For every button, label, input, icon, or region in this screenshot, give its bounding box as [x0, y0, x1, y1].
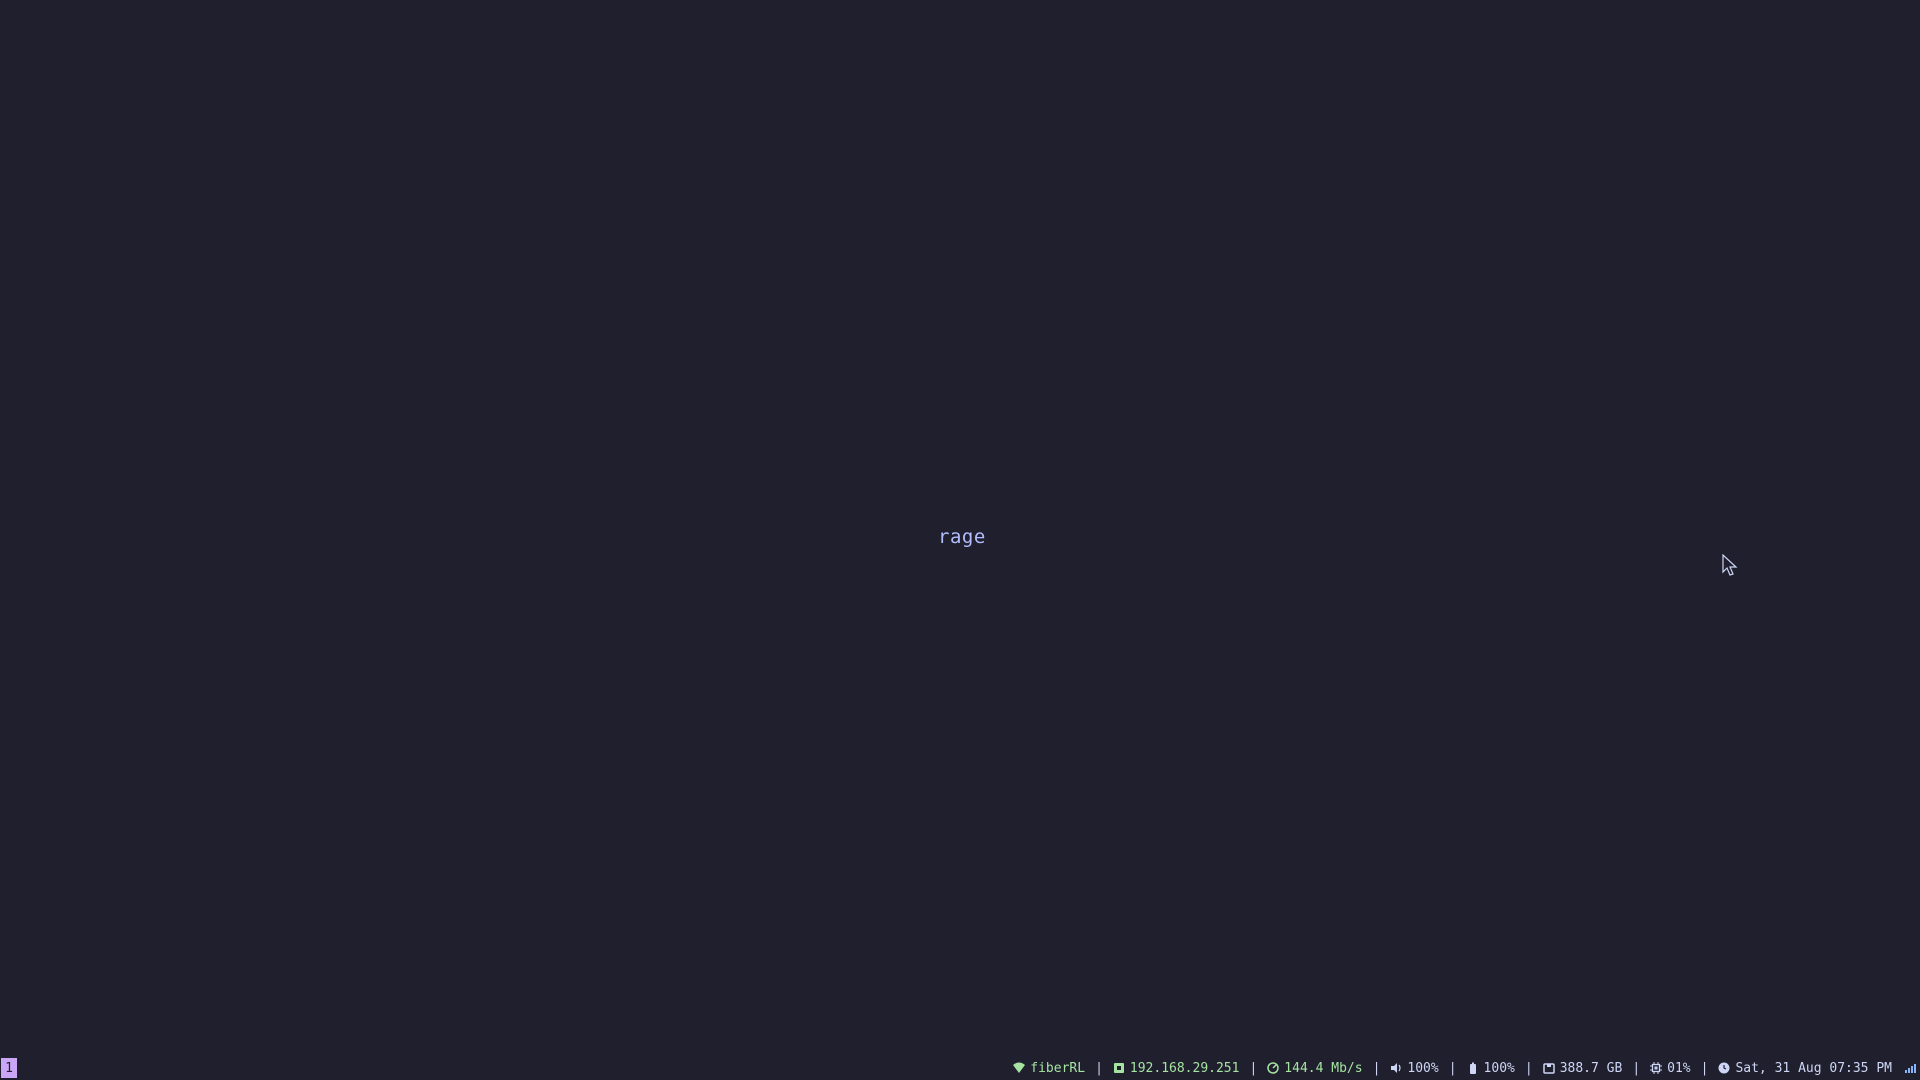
separator: | — [1095, 1060, 1103, 1076]
disk-status[interactable]: 388.7 GB — [1533, 1061, 1633, 1076]
separator: | — [1372, 1060, 1381, 1076]
cpu-status[interactable]: 01% — [1640, 1061, 1700, 1076]
separator: | — [1524, 1060, 1533, 1076]
wifi-label: fiberRL — [1030, 1060, 1086, 1076]
ip-status[interactable]: 192.168.29.251 — [1103, 1061, 1250, 1076]
clock-status[interactable]: Sat, 31 Aug 07:35 PM — [1708, 1061, 1902, 1076]
clock-label: Sat, 31 Aug 07:35 PM — [1735, 1060, 1892, 1076]
ethernet-icon — [1113, 1062, 1125, 1074]
battery-icon — [1467, 1062, 1479, 1074]
separator: | — [1632, 1060, 1641, 1076]
separator: | — [1700, 1060, 1709, 1076]
disk-label: 388.7 GB — [1559, 1060, 1623, 1076]
mouse-cursor-icon — [1722, 554, 1738, 576]
speed-label: 144.4 Mb/s — [1284, 1060, 1363, 1076]
ip-label: 192.168.29.251 — [1129, 1060, 1240, 1076]
wifi-status[interactable]: fiberRL — [1003, 1061, 1095, 1076]
center-text: rage — [938, 526, 986, 548]
signal-bars-icon[interactable] — [1904, 1062, 1916, 1074]
separator: | — [1448, 1060, 1457, 1076]
cpu-label: 01% — [1667, 1060, 1691, 1076]
status-blocks: fiberRL | 192.168.29.251 | 144.4 Mb/s | … — [1003, 1061, 1916, 1076]
volume-label: 100% — [1407, 1060, 1439, 1076]
disk-icon — [1542, 1062, 1555, 1074]
speed-status[interactable]: 144.4 Mb/s — [1257, 1061, 1372, 1076]
wifi-icon — [1013, 1062, 1026, 1074]
battery-label: 100% — [1483, 1060, 1515, 1076]
status-bar: 1 fiberRL | 192.168.29.251 | 144.4 Mb/s … — [0, 1056, 1920, 1080]
workspace-button-1[interactable]: 1 — [1, 1058, 17, 1078]
separator: | — [1249, 1060, 1258, 1076]
cpu-icon — [1650, 1062, 1663, 1074]
speedometer-icon — [1267, 1062, 1280, 1074]
battery-status[interactable]: 100% — [1457, 1061, 1525, 1076]
volume-icon — [1390, 1062, 1402, 1074]
clock-icon — [1718, 1062, 1730, 1074]
desktop: rage — [0, 0, 1920, 1056]
volume-status[interactable]: 100% — [1380, 1061, 1448, 1076]
